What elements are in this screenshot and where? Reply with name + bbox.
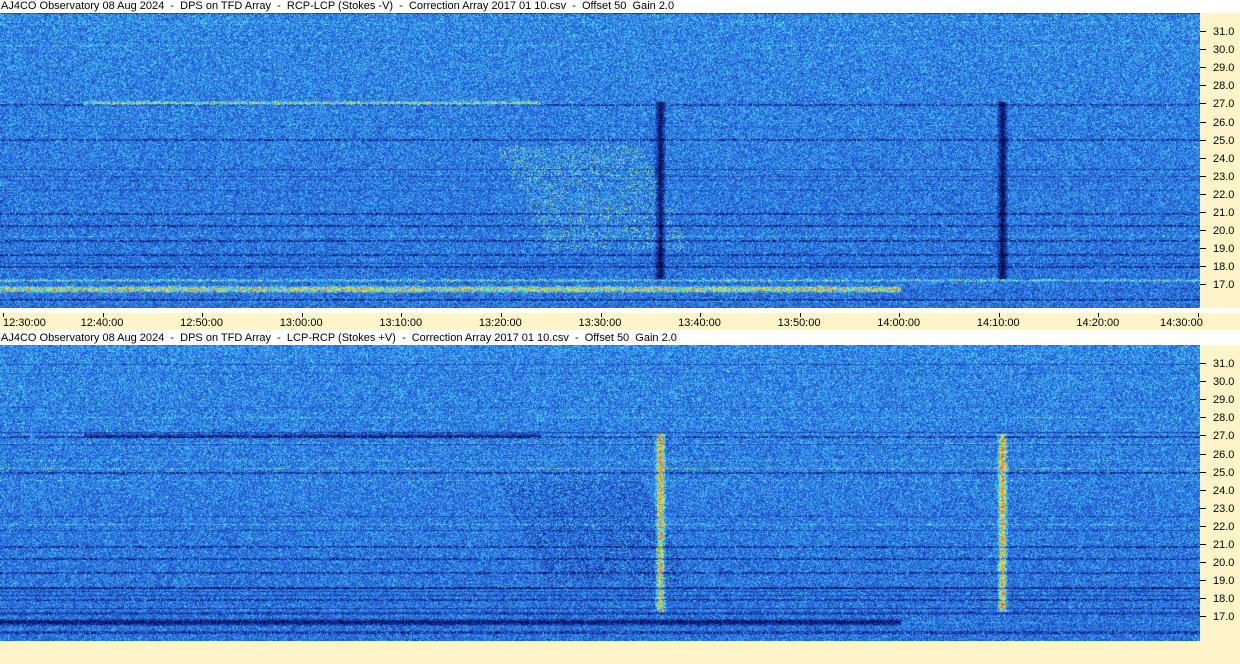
y-tick-mark	[1200, 399, 1206, 401]
y-tick-label: 17.0	[1213, 279, 1235, 292]
y-tick-label: 22.0	[1213, 188, 1235, 201]
y-tick-mark	[1200, 67, 1206, 69]
x-tick-label: 14:20:00	[1076, 317, 1120, 329]
y-tick-label: 31.0	[1213, 358, 1235, 370]
y-tick-mark	[1200, 31, 1206, 32]
x-tick-label: 13:30:00	[578, 317, 622, 329]
x-tick-label: 12:40:00	[80, 317, 124, 329]
x-tick-label: 14:10:00	[976, 317, 1020, 329]
x-tick-label: 13:50:00	[777, 317, 821, 329]
frequency-axis-bottom: 31.0 30.0 29.0 28.0 27.0 26.0 25.0 24.0 23.0 22.0…	[1200, 345, 1240, 641]
x-tick-label: 14:30:00	[1160, 317, 1203, 329]
time-axis-top: 12:30:00 12:40:00 12:50:00 13:00:00 13:10:00…	[0, 313, 1240, 330]
x-tick-label: 12:50:00	[180, 317, 223, 329]
y-tick-label: 29.0	[1213, 62, 1235, 75]
y-tick-label: 28.0	[1213, 412, 1235, 425]
y-tick-label: 27.0	[1213, 430, 1235, 443]
y-tick-label: 26.0	[1213, 448, 1235, 461]
frequency-axis-top: 31.0 30.0 29.0 28.0 27.0 26.0 25.0 24.0 23.0 22.0…	[1200, 13, 1240, 308]
spectrogram-title-top: AJ4CO Observatory 08 Aug 2024 - DPS on T…	[1, 0, 675, 12]
y-tick-label: 18.0	[1213, 261, 1235, 274]
y-tick-label: 20.0	[1213, 557, 1235, 570]
y-tick-label: 27.0	[1213, 98, 1235, 111]
y-tick-label: 23.0	[1213, 502, 1235, 515]
y-tick-mark	[1200, 381, 1206, 383]
y-tick-label: 30.0	[1213, 44, 1235, 57]
y-tick-label: 18.0	[1213, 593, 1235, 606]
y-tick-label: 21.0	[1213, 539, 1235, 551]
y-tick-label: 31.0	[1213, 26, 1235, 38]
y-tick-mark	[1200, 471, 1206, 473]
y-tick-mark	[1200, 248, 1206, 250]
bottom-axis-strip	[0, 641, 1240, 664]
y-tick-mark	[1200, 616, 1206, 618]
x-tick-label: 14:00:00	[877, 317, 921, 329]
y-tick-label: 25.0	[1213, 134, 1235, 147]
y-tick-mark	[1200, 139, 1206, 141]
y-tick-mark	[1200, 525, 1206, 527]
y-tick-mark	[1200, 507, 1206, 509]
y-tick-label: 24.0	[1213, 152, 1235, 165]
y-tick-mark	[1200, 363, 1206, 364]
y-tick-label: 26.0	[1213, 116, 1235, 129]
y-tick-mark	[1200, 212, 1206, 213]
y-tick-mark	[1200, 598, 1206, 600]
y-tick-label: 24.0	[1213, 484, 1235, 497]
x-tick-label: 13:00:00	[279, 317, 323, 329]
y-tick-label: 20.0	[1213, 225, 1235, 238]
y-tick-mark	[1200, 417, 1206, 419]
y-tick-label: 17.0	[1213, 611, 1235, 624]
y-tick-mark	[1200, 453, 1206, 455]
y-tick-mark	[1200, 230, 1206, 232]
y-tick-mark	[1200, 489, 1206, 491]
y-tick-label: 25.0	[1213, 466, 1235, 479]
y-tick-mark	[1200, 85, 1206, 87]
y-tick-label: 28.0	[1213, 80, 1235, 93]
spectrogram-plot-bottom	[0, 345, 1200, 641]
y-tick-label: 23.0	[1213, 170, 1235, 183]
y-tick-mark	[1200, 49, 1206, 51]
y-tick-mark	[1200, 175, 1206, 177]
y-tick-mark	[1200, 193, 1206, 195]
y-tick-label: 30.0	[1213, 376, 1235, 389]
spectrogram-plot-top	[0, 13, 1200, 308]
x-tick-label: 13:10:00	[379, 317, 423, 329]
y-tick-mark	[1200, 580, 1206, 582]
x-tick-label: 12:30:00	[3, 317, 46, 329]
y-tick-label: 29.0	[1213, 394, 1235, 407]
y-tick-mark	[1200, 157, 1206, 159]
spectrogram-title-bottom: AJ4CO Observatory 08 Aug 2024 - DPS on T…	[1, 332, 677, 344]
y-tick-label: 19.0	[1213, 243, 1235, 256]
x-tick-label: 13:20:00	[478, 317, 522, 329]
y-tick-label: 22.0	[1213, 520, 1235, 533]
y-tick-mark	[1200, 544, 1206, 545]
spectrogram-canvas-top	[0, 13, 1200, 308]
y-tick-mark	[1200, 435, 1206, 437]
y-tick-mark	[1200, 284, 1206, 286]
y-tick-mark	[1200, 266, 1206, 268]
spectrogram-canvas-bottom	[0, 345, 1200, 641]
y-tick-mark	[1200, 103, 1206, 105]
y-tick-label: 19.0	[1213, 575, 1235, 588]
y-tick-mark	[1200, 121, 1206, 123]
y-tick-mark	[1200, 562, 1206, 564]
y-tick-label: 21.0	[1213, 207, 1235, 219]
x-tick-label: 13:40:00	[678, 317, 721, 329]
